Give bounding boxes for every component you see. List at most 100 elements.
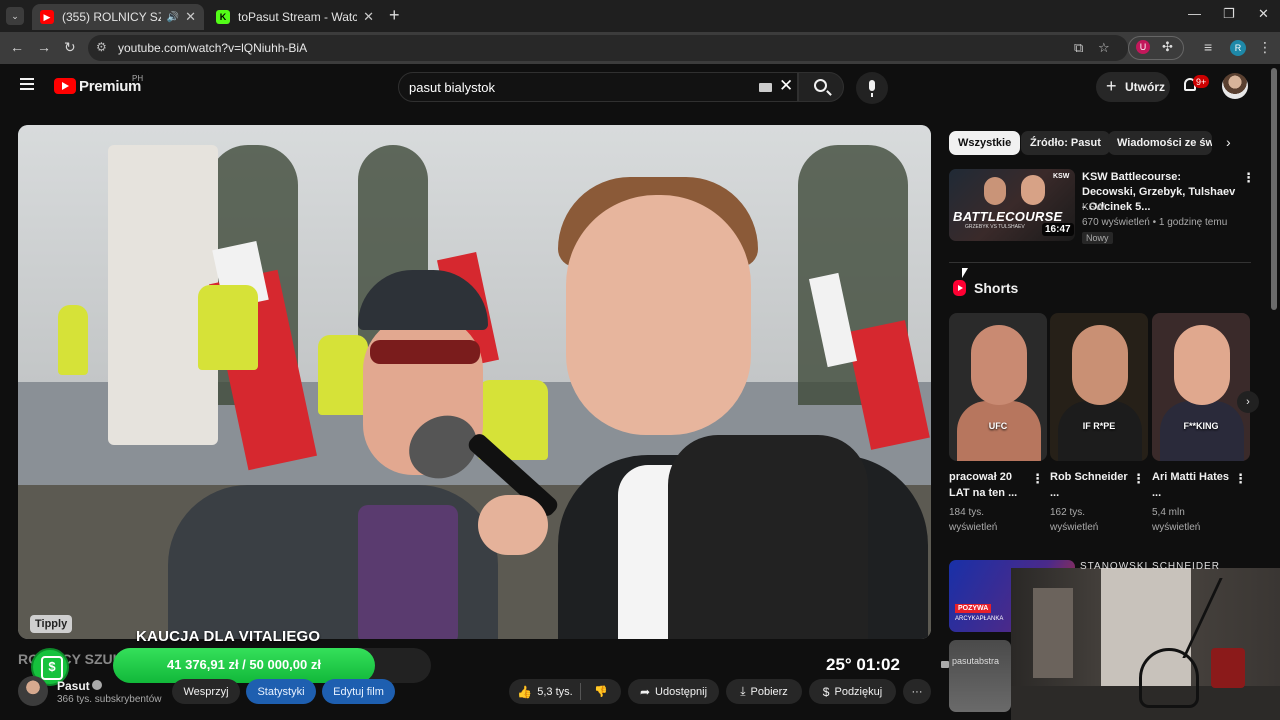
chip-source-pasut[interactable]: Źródło: Pasut <box>1021 131 1110 155</box>
extension-shield-icon[interactable]: U <box>1136 40 1150 54</box>
scrollbar-thumb[interactable] <box>1271 68 1277 310</box>
short-thumbnail[interactable]: IF R*PE <box>1050 313 1148 461</box>
short-thumbnail[interactable]: UFC <box>949 313 1047 461</box>
reload-icon[interactable]: ↻ <box>64 39 76 56</box>
rec-video-thumbnail[interactable] <box>949 640 1011 712</box>
short-thumb-face <box>971 325 1027 405</box>
subscriber-count: 366 tys. subskrybentów <box>57 694 162 705</box>
menu-icon[interactable] <box>20 78 34 90</box>
reading-list-icon[interactable]: ≡ <box>1204 39 1212 55</box>
voice-search-button[interactable] <box>856 72 888 104</box>
webcam-overlay <box>1011 568 1280 720</box>
video-player[interactable] <box>18 125 931 639</box>
goal-title: KAUCJA DLA VITALIEGO <box>136 628 321 645</box>
download-label: Pobierz <box>750 685 788 698</box>
short-thumb-face <box>1072 325 1128 405</box>
minimize-icon[interactable]: — <box>1188 6 1201 21</box>
join-button[interactable]: Wesprzyj <box>172 679 240 704</box>
edit-video-button[interactable]: Edytuj film <box>322 679 395 704</box>
short-caption: F**KING <box>1183 421 1219 431</box>
tab-title: (355) ROLNICY SZUKAJĄ Ż <box>62 10 161 24</box>
tab-kick[interactable]: K toPasut Stream - Watch Live on ✕ <box>208 4 382 30</box>
plus-icon: + <box>1106 76 1117 96</box>
forward-icon[interactable]: → <box>37 39 51 55</box>
search-query: pasut bialystok <box>409 80 495 95</box>
thumb-face <box>984 177 1006 205</box>
thanks-label: Podziękuj <box>834 685 883 698</box>
section-divider <box>949 262 1251 263</box>
more-actions-button[interactable]: ··· <box>903 679 931 704</box>
keyboard-icon[interactable] <box>759 83 772 92</box>
short-title[interactable]: Ari Matti Hates ... <box>1152 469 1232 501</box>
share-icon: ➦ <box>639 684 651 699</box>
thumb-subtext: GRZEBYK VS TULSHAEV <box>965 224 1025 230</box>
window-close-icon[interactable]: ✕ <box>1258 6 1269 22</box>
youtube-header: Premium PH pasut bialystok ✕ + Utwórz 9+ <box>0 64 1280 110</box>
short-title[interactable]: Rob Schneider ... <box>1050 469 1130 501</box>
more-vert-icon[interactable]: ⋮ <box>1132 472 1145 485</box>
chevron-right-icon[interactable]: › <box>1226 134 1231 150</box>
chip-all[interactable]: Wszystkie <box>949 131 1021 155</box>
browser-menu-icon[interactable]: ⋮ <box>1258 39 1272 56</box>
browser-toolbar: ← → ↻ ⚙ youtube.com/watch?v=lQNiuhh-BiA … <box>0 32 1280 64</box>
account-avatar[interactable] <box>1222 73 1248 99</box>
create-label: Utwórz <box>1125 80 1165 94</box>
more-vert-icon[interactable]: ⋮ <box>1031 472 1044 485</box>
webcam-chair <box>1139 648 1199 708</box>
webcam-red-chair <box>1211 648 1245 688</box>
like-count: 5,3 tys. <box>537 685 573 698</box>
maximize-icon[interactable]: ❐ <box>1223 6 1235 22</box>
youtube-logo-icon[interactable] <box>54 78 76 94</box>
webcam-staircase <box>1182 578 1280 658</box>
thumb-face <box>1021 175 1045 205</box>
address-bar[interactable]: ⚙ youtube.com/watch?v=lQNiuhh-BiA ⧉ ☆ <box>88 35 1128 61</box>
stats-button[interactable]: Statystyki <box>246 679 316 704</box>
search-input[interactable]: pasut bialystok ✕ <box>398 72 798 102</box>
download-button[interactable]: ⤓ Pobierz <box>726 679 802 704</box>
speaker-icon[interactable]: 🔊 <box>167 12 179 23</box>
mic-icon <box>869 80 875 97</box>
share-button[interactable]: ➦ Udostępnij <box>628 679 719 704</box>
video-frame-hand <box>478 495 548 555</box>
search-button[interactable] <box>798 72 844 102</box>
rec-new-badge: Nowy <box>1082 232 1113 244</box>
short-caption: UFC <box>988 421 1008 431</box>
notifications-badge: 9+ <box>1193 75 1210 88</box>
site-info-icon[interactable]: ⚙ <box>96 40 107 54</box>
thanks-button[interactable]: $ Podziękuj <box>809 679 896 704</box>
shorts-next-icon[interactable]: › <box>1237 391 1259 413</box>
channel-avatar[interactable] <box>18 676 48 706</box>
extensions-puzzle-icon[interactable]: ✣ <box>1162 39 1173 55</box>
short-views: 184 tys. wyświetleń <box>949 507 998 533</box>
dislike-button[interactable]: 👎 <box>581 679 621 704</box>
rec-title[interactable]: KSW Battlecourse: Decowski, Grzebyk, Tul… <box>1082 170 1237 215</box>
tab-search-icon[interactable]: ⌄ <box>6 7 24 25</box>
channel-name[interactable]: Pasut <box>57 679 90 693</box>
chip-world-news[interactable]: Wiadomości ze świ <box>1108 131 1212 155</box>
close-icon[interactable]: ✕ <box>185 9 196 25</box>
profile-avatar[interactable]: R <box>1230 40 1246 56</box>
temperature-clock: 25° 01:02 <box>826 655 900 674</box>
bookmark-star-icon[interactable]: ☆ <box>1098 40 1110 56</box>
short-thumbnail[interactable]: F**KING <box>1152 313 1250 461</box>
short-thumb-body <box>1160 401 1244 461</box>
video-frame-vest <box>198 285 258 370</box>
close-icon[interactable]: ✕ <box>363 9 374 25</box>
back-icon[interactable]: ← <box>10 39 24 55</box>
cast-icon[interactable]: ⧉ <box>1074 40 1083 56</box>
more-vert-icon[interactable]: ⋮ <box>1242 171 1255 184</box>
tab-youtube[interactable]: ▶ (355) ROLNICY SZUKAJĄ Ż 🔊 ✕ <box>32 4 204 30</box>
clear-search-icon[interactable]: ✕ <box>779 76 793 96</box>
like-button[interactable]: 👍 5,3 tys. <box>509 679 581 704</box>
more-vert-icon[interactable]: ⋮ <box>1234 472 1247 485</box>
new-tab-button[interactable]: + <box>389 5 400 26</box>
rec-channel[interactable]: KSW <box>1082 202 1105 213</box>
create-button[interactable]: + Utwórz <box>1096 72 1170 102</box>
thumbs-up-icon: 👍 <box>517 684 533 699</box>
video-frame-vest <box>318 335 368 415</box>
browser-tabstrip: ⌄ ▶ (355) ROLNICY SZUKAJĄ Ż 🔊 ✕ K toPasu… <box>0 0 1280 32</box>
short-title[interactable]: pracował 20 LAT na ten ... <box>949 469 1029 501</box>
video-frame-shirt <box>358 505 458 639</box>
tipply-badge: Tipply <box>30 615 73 633</box>
thumb-tag: POZYWA <box>955 604 992 613</box>
